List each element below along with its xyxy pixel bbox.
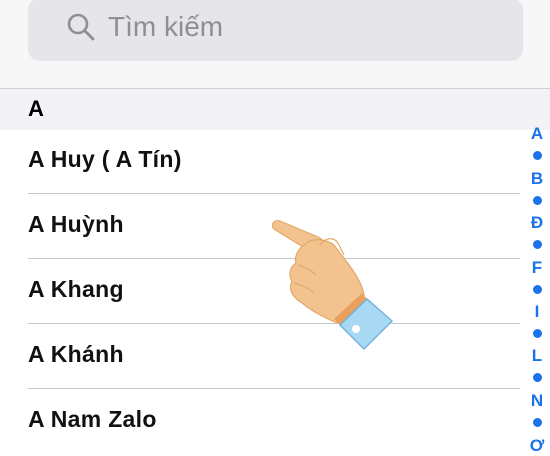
contact-name: A Khánh [28, 341, 124, 367]
contact-name: A Khang [28, 276, 124, 302]
list-item[interactable]: A Nam Zalo [0, 390, 520, 454]
index-letter-f[interactable]: F [524, 258, 550, 278]
index-dot [533, 418, 542, 427]
search-input[interactable]: Tìm kiếm [28, 0, 523, 61]
index-letter-b[interactable]: B [524, 169, 550, 189]
search-icon [67, 13, 95, 41]
contact-name: A Huy ( A Tín) [28, 146, 182, 172]
index-dot [533, 196, 542, 205]
search-placeholder: Tìm kiếm [108, 11, 224, 42]
index-letter-n[interactable]: N [524, 391, 550, 411]
pointing-hand-icon [271, 220, 394, 350]
index-dot [533, 240, 542, 249]
list-item[interactable]: A Khang [0, 260, 520, 324]
index-letter-l[interactable]: L [524, 346, 550, 366]
list-item[interactable]: A Huy ( A Tín) [0, 130, 520, 194]
section-header-letter: A [28, 96, 44, 121]
index-dot [533, 329, 542, 338]
index-letter-i[interactable]: I [524, 302, 550, 322]
index-dot [533, 373, 542, 382]
list-item[interactable]: A Khánh [0, 325, 520, 389]
row-separator [28, 388, 520, 389]
index-letter-d[interactable]: Đ [524, 213, 550, 233]
index-dot [533, 285, 542, 294]
contact-name: A Huỳnh [28, 211, 124, 237]
section-index-bar[interactable]: A B Đ F I L N Ơ [524, 124, 550, 455]
row-separator [28, 193, 520, 194]
contact-name: A Nam Zalo [28, 406, 157, 432]
section-header: A [0, 89, 550, 130]
index-letter-a[interactable]: A [524, 124, 550, 144]
list-item[interactable]: A Huỳnh [0, 195, 520, 259]
index-letter-o-horn[interactable]: Ơ [524, 436, 550, 456]
search-area: Tìm kiếm [0, 0, 550, 88]
index-dot [533, 151, 542, 160]
